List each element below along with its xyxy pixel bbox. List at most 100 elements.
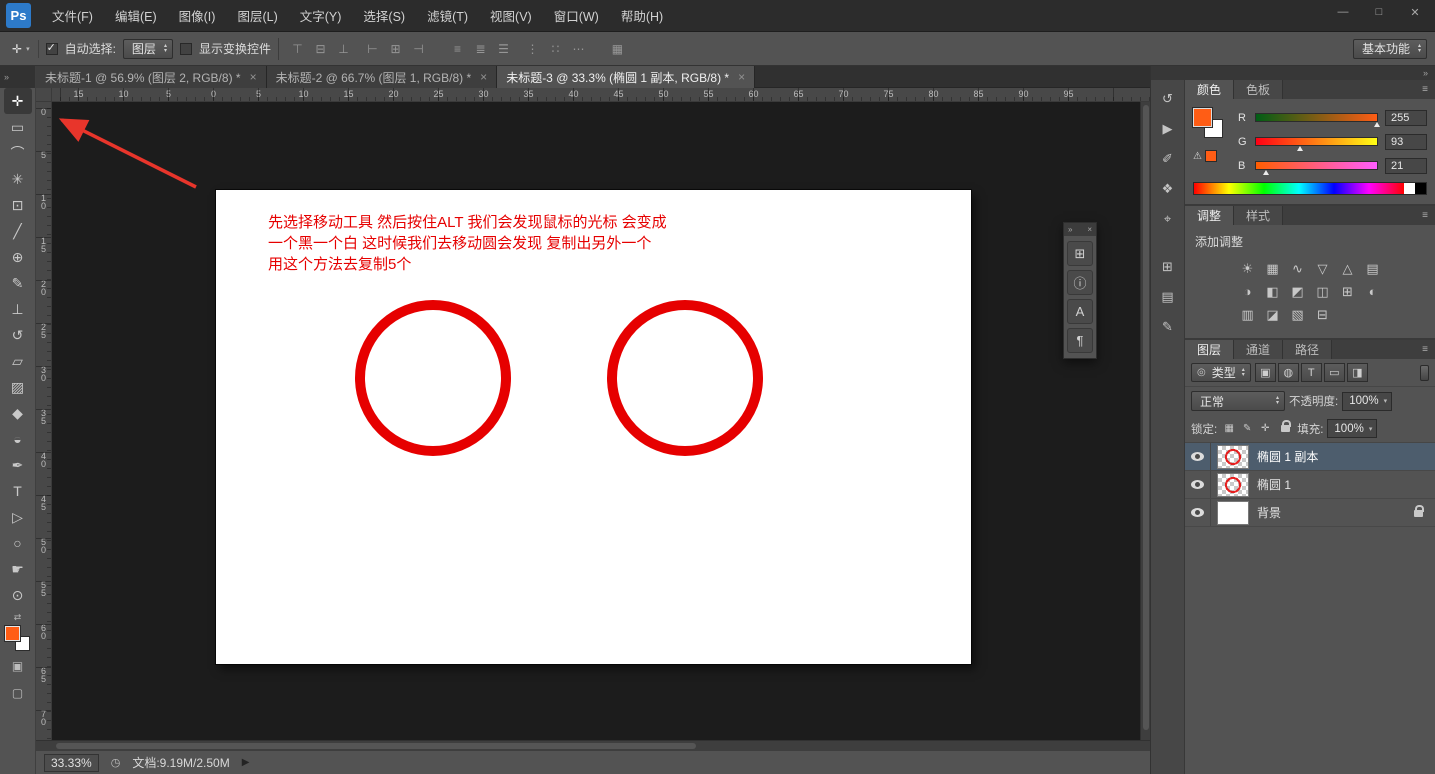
distribute-horizontal-centers-icon[interactable]: ∷ (544, 39, 567, 59)
notes-panel-icon[interactable]: ▤ (1156, 286, 1180, 307)
history-panel-icon[interactable]: ↺ (1156, 88, 1180, 109)
layer-row[interactable]: 背景 (1185, 499, 1435, 527)
opacity-input[interactable]: 100% (1342, 392, 1392, 411)
gradient-tool[interactable]: ▨ (4, 374, 32, 400)
menu-item[interactable]: 视图(V) (479, 0, 543, 31)
color-balance-icon[interactable]: ◑ (1235, 280, 1260, 303)
status-menu-arrow[interactable]: ▶ (242, 757, 250, 768)
tab-paths[interactable]: 路径 (1283, 340, 1332, 359)
auto-select-target-dropdown[interactable]: 图层 (123, 39, 173, 59)
floating-panel-close-icon[interactable]: × (1087, 225, 1092, 234)
move-tool[interactable]: ✛ (4, 88, 32, 114)
panel-menu-icon[interactable]: ≡ (1415, 340, 1435, 359)
current-tool-preset[interactable]: ✛ (8, 40, 39, 58)
tab-swatches[interactable]: 色板 (1234, 80, 1283, 99)
channel-mixer-icon[interactable]: ◫ (1310, 280, 1335, 303)
horizontal-ruler[interactable]: 1510505101520253035404550556065707580859… (52, 88, 1150, 101)
document-tab-active[interactable]: 未标题-3 @ 33.3% (椭圆 1 副本, RGB/8) *× (497, 66, 755, 88)
threshold-icon[interactable]: ◪ (1260, 303, 1285, 326)
menu-item[interactable]: 编辑(E) (104, 0, 168, 31)
spot-healing-brush-tool[interactable]: ⊕ (4, 244, 32, 270)
brightness-contrast-icon[interactable]: ☀ (1235, 257, 1260, 280)
quick-mask-icon[interactable]: ▣ (5, 654, 31, 678)
layer-name[interactable]: 椭圆 1 (1257, 476, 1291, 493)
tab-color[interactable]: 颜色 (1185, 80, 1234, 99)
actions-panel-icon[interactable]: ▶ (1156, 118, 1180, 139)
foreground-color-swatch[interactable] (5, 626, 20, 641)
workspace-switcher[interactable]: 基本功能 (1353, 39, 1427, 59)
close-button[interactable]: ✕ (1397, 0, 1433, 24)
distribute-top-edges-icon[interactable]: ≡ (446, 39, 469, 59)
gamut-color-swatch[interactable] (1205, 150, 1217, 162)
layer-thumbnail[interactable] (1217, 473, 1249, 497)
hand-tool[interactable]: ☛ (4, 556, 32, 582)
auto-select-checkbox[interactable] (46, 43, 58, 55)
rectangular-marquee-tool[interactable]: ▭ (4, 114, 32, 140)
zoom-level-input[interactable]: 33.33% (44, 754, 99, 772)
blue-slider[interactable] (1255, 161, 1378, 170)
tab-channels[interactable]: 通道 (1234, 340, 1283, 359)
vibrance-icon[interactable]: △ (1335, 257, 1360, 280)
auto-align-layers-icon[interactable]: ▦ (606, 39, 629, 59)
filter-pixel-layers-icon[interactable]: ▣ (1255, 363, 1276, 382)
styles-panel-icon[interactable]: ❖ (1156, 178, 1180, 199)
layer-name[interactable]: 背景 (1257, 504, 1281, 521)
green-slider[interactable] (1255, 137, 1378, 146)
layer-row[interactable]: 椭圆 1 副本 (1185, 443, 1435, 471)
hue-saturation-icon[interactable]: ▤ (1360, 257, 1385, 280)
curves-icon[interactable]: ∿ (1285, 257, 1310, 280)
layer-name[interactable]: 椭圆 1 副本 (1257, 448, 1318, 465)
tab-layers[interactable]: 图层 (1185, 340, 1234, 359)
clone-source-panel-icon[interactable]: ⊞ (1156, 256, 1180, 277)
visibility-toggle[interactable] (1185, 471, 1211, 498)
align-vertical-centers-icon[interactable]: ⊟ (309, 39, 332, 59)
visibility-toggle[interactable] (1185, 443, 1211, 470)
paragraph-panel-icon[interactable]: ¶ (1067, 328, 1093, 353)
screen-mode-icon[interactable]: ▢ (5, 681, 31, 705)
eyedropper-tool[interactable]: ╱ (4, 218, 32, 244)
lock-all-icon[interactable] (1277, 421, 1293, 437)
filter-smart-objects-icon[interactable]: ◨ (1347, 363, 1368, 382)
document-canvas[interactable]: 先选择移动工具 然后按住ALT 我们会发现鼠标的光标 会变成 一个黑一个白 这时… (216, 190, 971, 664)
history-brush-tool[interactable]: ↺ (4, 322, 32, 348)
crop-tool[interactable]: ⊡ (4, 192, 32, 218)
panel-menu-icon[interactable]: ≡ (1415, 80, 1435, 99)
quick-selection-tool[interactable]: ✳ (4, 166, 32, 192)
ellipse-tool[interactable]: ○ (4, 530, 32, 556)
vertical-scrollbar-thumb[interactable] (1143, 105, 1149, 730)
blue-value-input[interactable]: 21 (1385, 158, 1427, 174)
restore-button[interactable]: □ (1361, 0, 1397, 24)
blend-mode-dropdown[interactable]: 正常 (1191, 391, 1285, 411)
foreground-color-swatch[interactable] (1193, 108, 1212, 127)
navigator-panel-icon[interactable]: ⌖ (1156, 208, 1180, 229)
vertical-ruler[interactable]: 0510152025303540455055606570 (36, 102, 52, 740)
horizontal-scrollbar-thumb[interactable] (56, 743, 696, 749)
red-value-input[interactable]: 255 (1385, 110, 1427, 126)
tab-close-icon[interactable]: × (480, 70, 487, 84)
show-transform-checkbox[interactable] (180, 43, 192, 55)
align-left-edges-icon[interactable]: ⊢ (361, 39, 384, 59)
exposure-icon[interactable]: ▽ (1310, 257, 1335, 280)
levels-icon[interactable]: ▦ (1260, 257, 1285, 280)
layer-thumbnail[interactable] (1217, 501, 1249, 525)
panel-menu-icon[interactable]: ≡ (1415, 206, 1435, 225)
lock-transparent-pixels-icon[interactable]: ▦ (1221, 421, 1237, 437)
align-horizontal-centers-icon[interactable]: ⊞ (384, 39, 407, 59)
menu-item[interactable]: 选择(S) (352, 0, 416, 31)
invert-icon[interactable]: ◐ (1360, 280, 1385, 303)
blur-tool[interactable]: ◆ (4, 400, 32, 426)
menu-item[interactable]: 文字(Y) (289, 0, 353, 31)
tool-presets-panel-icon[interactable]: ✐ (1156, 148, 1180, 169)
menu-item[interactable]: 文件(F) (41, 0, 104, 31)
menu-item[interactable]: 图像(I) (168, 0, 227, 31)
visibility-toggle[interactable] (1185, 499, 1211, 526)
color-spectrum-bar[interactable] (1193, 182, 1427, 195)
lock-position-icon[interactable]: ✛ (1257, 421, 1273, 437)
dock-collapse-icon[interactable]: » (1423, 68, 1428, 78)
layer-row[interactable]: 椭圆 1 (1185, 471, 1435, 499)
brush-tool[interactable]: ✎ (4, 270, 32, 296)
gradient-map-icon[interactable]: ▧ (1285, 303, 1310, 326)
brush-presets-panel-icon[interactable]: ✎ (1156, 316, 1180, 337)
ellipse-shape-1[interactable] (355, 300, 511, 456)
dodge-tool[interactable]: ◒ (4, 426, 32, 452)
